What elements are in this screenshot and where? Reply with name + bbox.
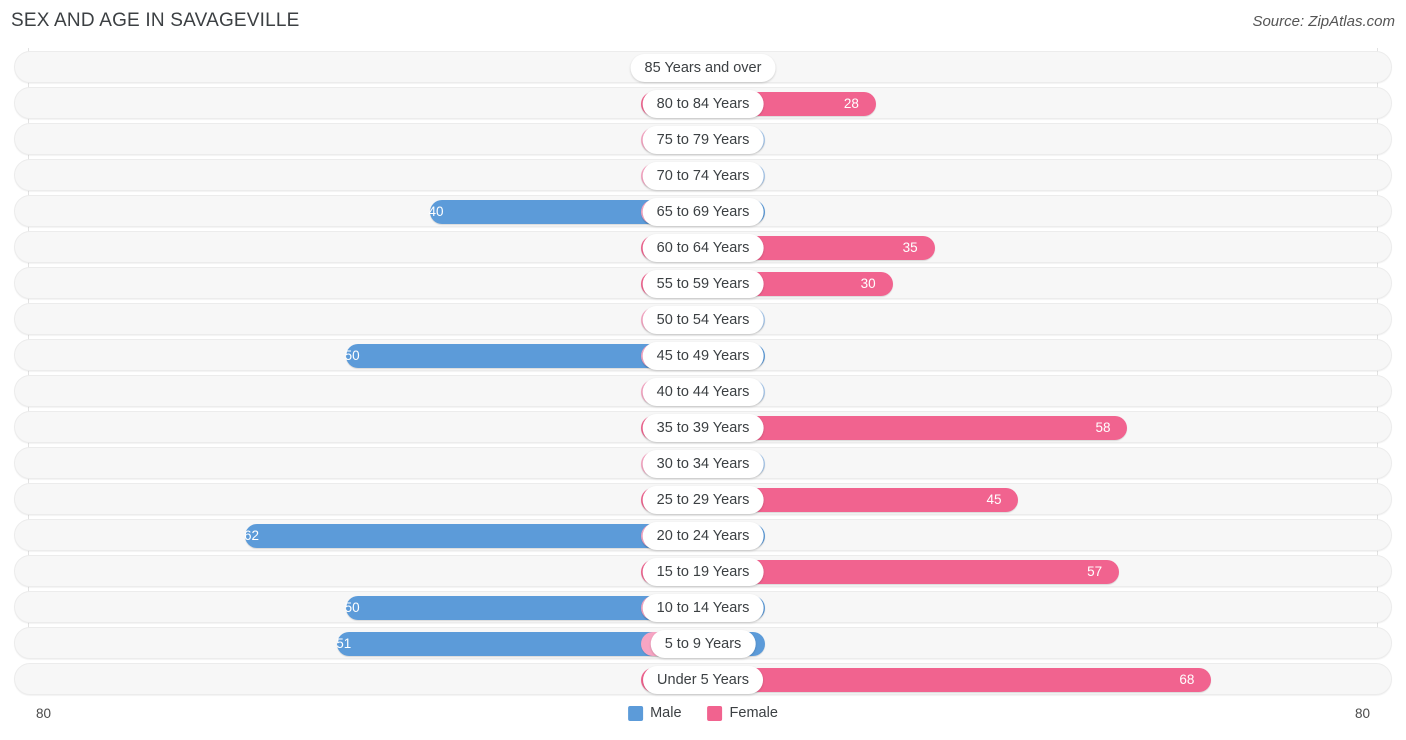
value-label-female: 45 bbox=[986, 492, 1002, 507]
chart-header: SEX AND AGE IN SAVAGEVILLE Source: ZipAt… bbox=[0, 0, 1406, 44]
table-row: 03560 to 64 Years bbox=[14, 231, 1392, 263]
age-group-label: 50 to 54 Years bbox=[642, 306, 764, 334]
chart-page: SEX AND AGE IN SAVAGEVILLE Source: ZipAt… bbox=[0, 0, 1406, 740]
age-group-label: 45 to 49 Years bbox=[642, 342, 764, 370]
legend-item-female[interactable]: Female bbox=[707, 705, 778, 721]
row-inner: 03055 to 59 Years bbox=[15, 268, 1391, 298]
row-inner: 0075 to 79 Years bbox=[15, 124, 1391, 154]
age-group-label: 85 Years and over bbox=[630, 54, 776, 82]
axis-tick-left: 80 bbox=[36, 706, 52, 721]
row-inner: 0070 to 74 Years bbox=[15, 160, 1391, 190]
table-row: 05715 to 19 Years bbox=[14, 555, 1392, 587]
age-group-label: 75 to 79 Years bbox=[642, 126, 764, 154]
row-inner: 04525 to 29 Years bbox=[15, 484, 1391, 514]
table-row: 02880 to 84 Years bbox=[14, 87, 1392, 119]
age-group-label: 70 to 74 Years bbox=[642, 162, 764, 190]
table-row: 0050 to 54 Years bbox=[14, 303, 1392, 335]
row-inner: 5105 to 9 Years bbox=[15, 628, 1391, 658]
age-group-label: 15 to 19 Years bbox=[642, 558, 764, 586]
table-row: 0085 Years and over bbox=[14, 51, 1392, 83]
row-inner: 03560 to 64 Years bbox=[15, 232, 1391, 262]
source-label: Source: ZipAtlas.com bbox=[1252, 13, 1395, 30]
axis-tick-right: 80 bbox=[1354, 706, 1370, 721]
row-inner: 0030 to 34 Years bbox=[15, 448, 1391, 478]
legend-label: Male bbox=[650, 705, 682, 721]
row-inner: 0085 Years and over bbox=[15, 52, 1391, 82]
age-group-label: 35 to 39 Years bbox=[642, 414, 764, 442]
age-group-label: 5 to 9 Years bbox=[650, 630, 756, 658]
row-inner: 02880 to 84 Years bbox=[15, 88, 1391, 118]
pyramid-rows: 0085 Years and over02880 to 84 Years0075… bbox=[0, 51, 1406, 699]
table-row: 04525 to 29 Years bbox=[14, 483, 1392, 515]
age-group-label: Under 5 Years bbox=[643, 666, 763, 694]
table-row: 50045 to 49 Years bbox=[14, 339, 1392, 371]
table-row: 068Under 5 Years bbox=[14, 663, 1392, 695]
value-label-female: 28 bbox=[843, 96, 859, 111]
value-label-male: 62 bbox=[243, 528, 259, 543]
age-group-label: 55 to 59 Years bbox=[642, 270, 764, 298]
legend-swatch-icon bbox=[707, 705, 723, 721]
age-group-label: 30 to 34 Years bbox=[642, 450, 764, 478]
row-inner: 0050 to 54 Years bbox=[15, 304, 1391, 334]
chart-legend: Male Female bbox=[628, 705, 778, 721]
row-inner: 0040 to 44 Years bbox=[15, 376, 1391, 406]
table-row: 5105 to 9 Years bbox=[14, 627, 1392, 659]
row-inner: 05835 to 39 Years bbox=[15, 412, 1391, 442]
page-title: SEX AND AGE IN SAVAGEVILLE bbox=[11, 10, 300, 31]
table-row: 50010 to 14 Years bbox=[14, 591, 1392, 623]
value-label-female: 58 bbox=[1095, 420, 1111, 435]
table-row: 0075 to 79 Years bbox=[14, 123, 1392, 155]
age-group-label: 10 to 14 Years bbox=[642, 594, 764, 622]
table-row: 03055 to 59 Years bbox=[14, 267, 1392, 299]
value-label-female: 30 bbox=[860, 276, 876, 291]
legend-swatch-icon bbox=[628, 705, 644, 721]
chart-plot-area: 0085 Years and over02880 to 84 Years0075… bbox=[0, 48, 1406, 702]
table-row: 0040 to 44 Years bbox=[14, 375, 1392, 407]
table-row: 40065 to 69 Years bbox=[14, 195, 1392, 227]
row-inner: 50045 to 49 Years bbox=[15, 340, 1391, 370]
value-label-female: 35 bbox=[902, 240, 918, 255]
value-label-female: 57 bbox=[1087, 564, 1103, 579]
legend-item-male[interactable]: Male bbox=[628, 705, 682, 721]
age-group-label: 80 to 84 Years bbox=[642, 90, 764, 118]
age-group-label: 40 to 44 Years bbox=[642, 378, 764, 406]
value-label-female: 68 bbox=[1179, 672, 1195, 687]
age-group-label: 20 to 24 Years bbox=[642, 522, 764, 550]
value-label-male: 51 bbox=[336, 636, 352, 651]
table-row: 0070 to 74 Years bbox=[14, 159, 1392, 191]
row-inner: 068Under 5 Years bbox=[15, 664, 1391, 694]
value-label-male: 50 bbox=[344, 600, 360, 615]
value-label-male: 50 bbox=[344, 348, 360, 363]
table-row: 05835 to 39 Years bbox=[14, 411, 1392, 443]
table-row: 62020 to 24 Years bbox=[14, 519, 1392, 551]
legend-label: Female bbox=[729, 705, 778, 721]
value-label-male: 40 bbox=[428, 204, 444, 219]
row-inner: 40065 to 69 Years bbox=[15, 196, 1391, 226]
row-inner: 50010 to 14 Years bbox=[15, 592, 1391, 622]
age-group-label: 60 to 64 Years bbox=[642, 234, 764, 262]
age-group-label: 25 to 29 Years bbox=[642, 486, 764, 514]
age-group-label: 65 to 69 Years bbox=[642, 198, 764, 226]
row-inner: 62020 to 24 Years bbox=[15, 520, 1391, 550]
chart-footer: 80 80 Male Female bbox=[0, 700, 1406, 740]
table-row: 0030 to 34 Years bbox=[14, 447, 1392, 479]
row-inner: 05715 to 19 Years bbox=[15, 556, 1391, 586]
